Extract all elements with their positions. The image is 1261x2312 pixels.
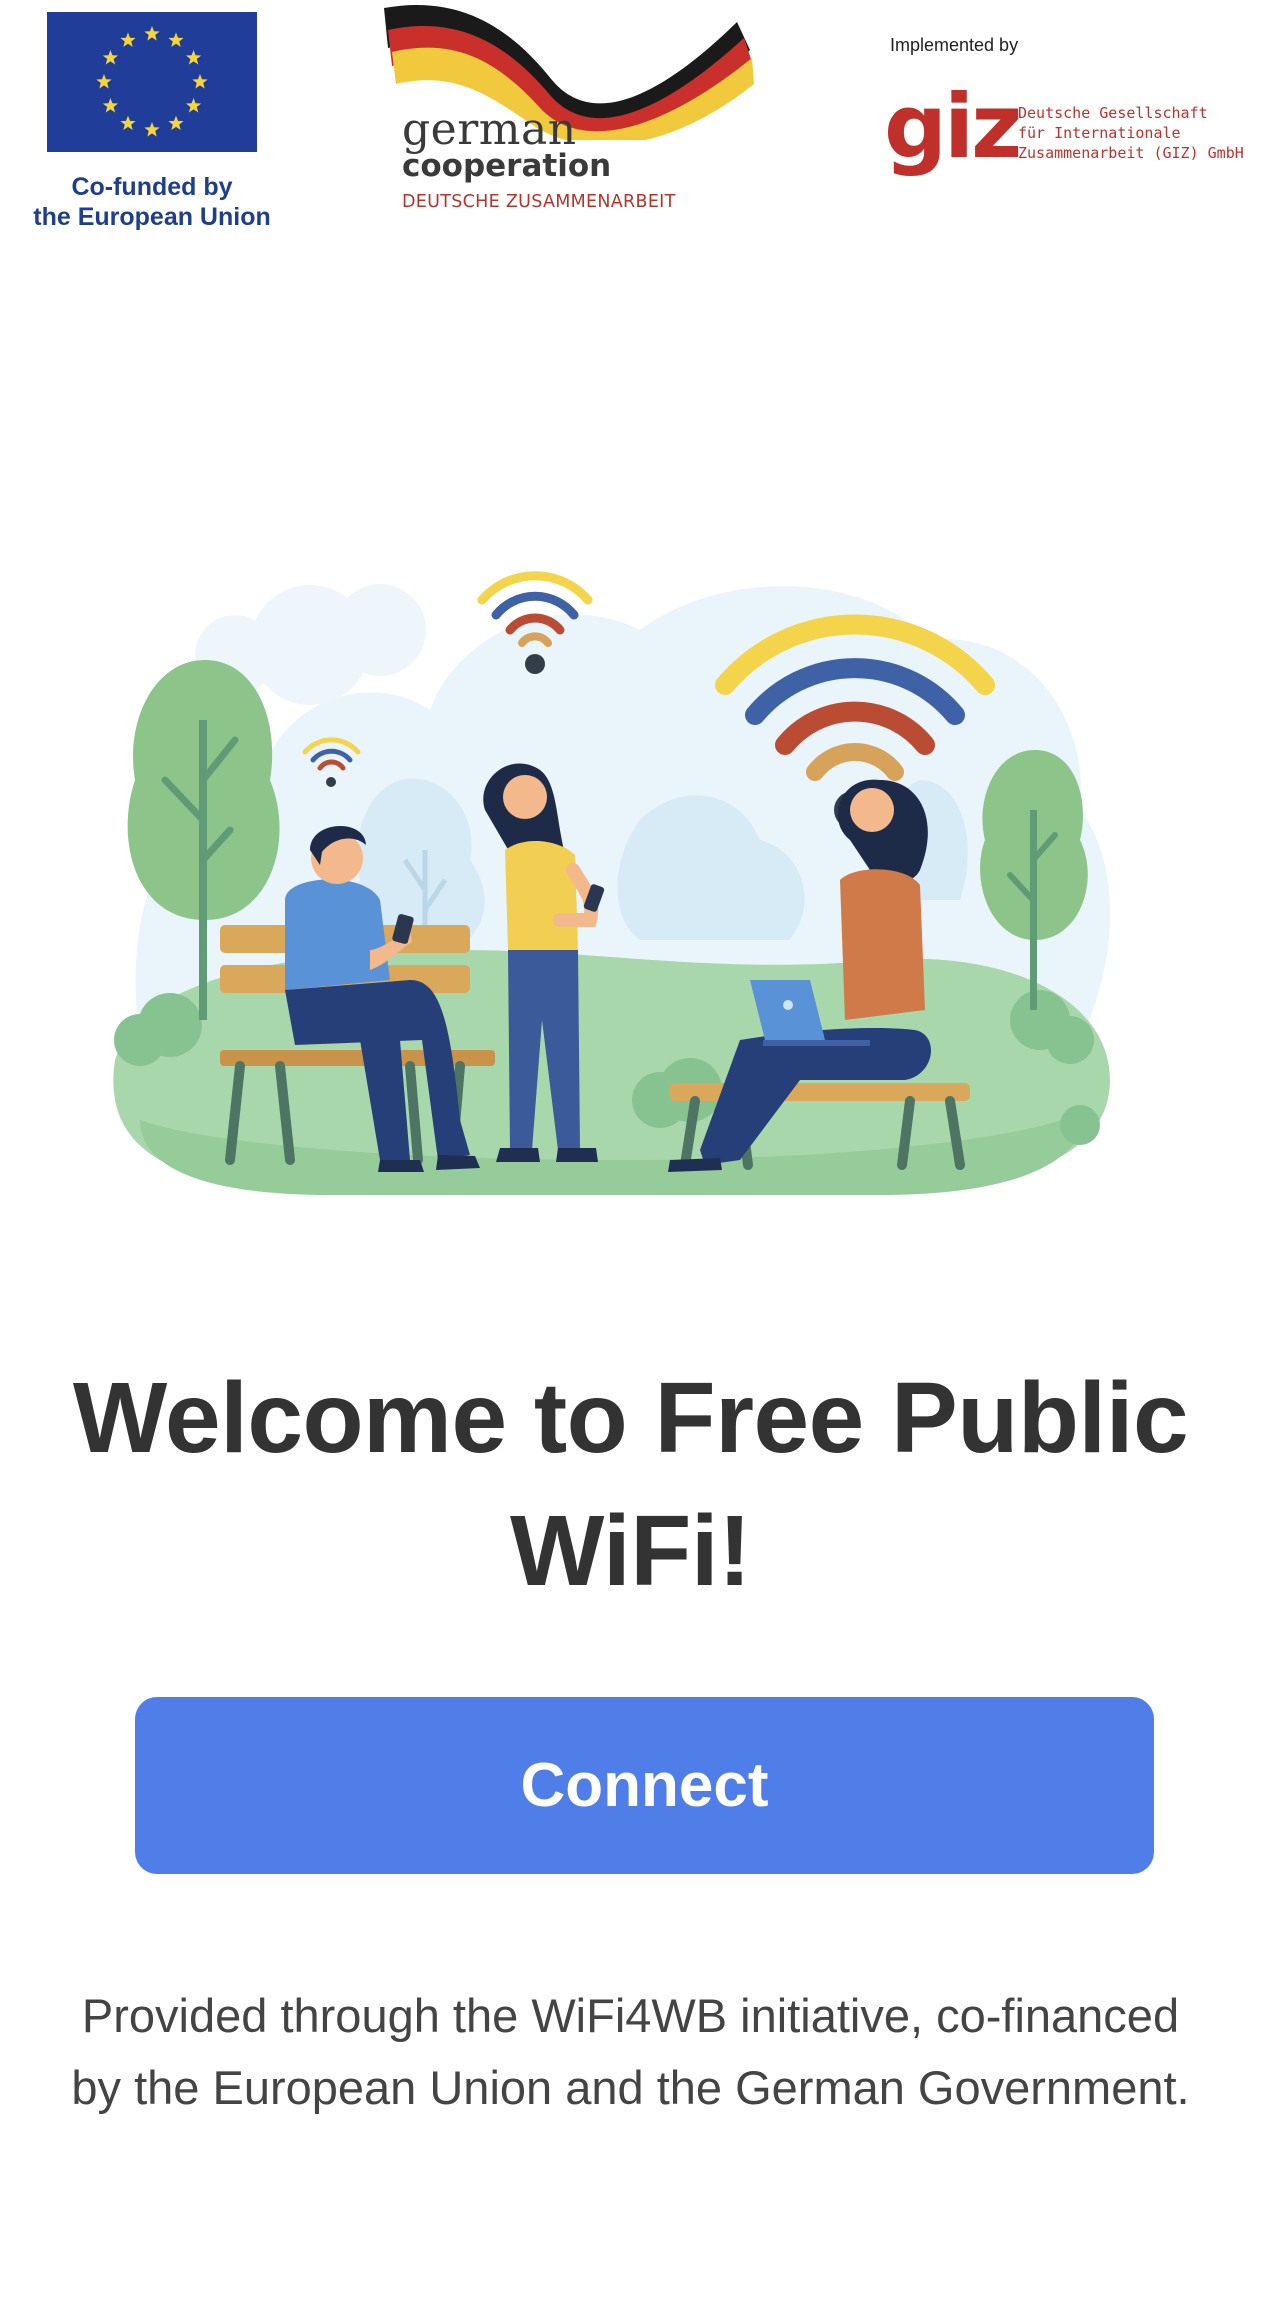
people-using-public-wifi-in-park-illustration — [113, 571, 1110, 1195]
eu-caption-line2: the European Union — [33, 203, 271, 231]
giz-text-line2: für Internationale — [1018, 124, 1181, 142]
eu-flag-icon — [47, 12, 257, 152]
sponsorship-note: Provided through the WiFi4WB initiative,… — [71, 1989, 1190, 2114]
german-cooperation-line2: cooperation — [402, 148, 612, 184]
giz-implemented-by: Implemented by — [890, 35, 1019, 55]
german-cooperation-logo: german cooperation DEUTSCHE ZUSAMMENARBE… — [382, 0, 762, 220]
page-title: Welcome to Free Public WiFi! — [72, 1362, 1189, 1607]
giz-text-line1: Deutsche Gesellschaft — [1018, 104, 1208, 122]
eu-logo: Co-funded by the European Union — [32, 12, 272, 232]
eu-caption: Co-funded by the European Union — [32, 172, 272, 232]
giz-text-line3: Zusammenarbeit (GIZ) GmbH — [1018, 144, 1244, 162]
german-cooperation-line3: DEUTSCHE ZUSAMMENARBEIT — [402, 192, 676, 212]
giz-organization-name: Deutsche Gesellschaft für Internationale… — [1018, 103, 1244, 163]
giz-mark: giz — [884, 75, 1022, 178]
eu-caption-line1: Co-funded by — [71, 173, 233, 201]
giz-logo: Implemented by giz Deutsche Gesellschaft… — [884, 30, 1244, 200]
captive-portal-page: Co-funded by the European Union german c… — [0, 0, 1261, 2312]
connect-button[interactable]: Connect — [135, 1697, 1154, 1874]
